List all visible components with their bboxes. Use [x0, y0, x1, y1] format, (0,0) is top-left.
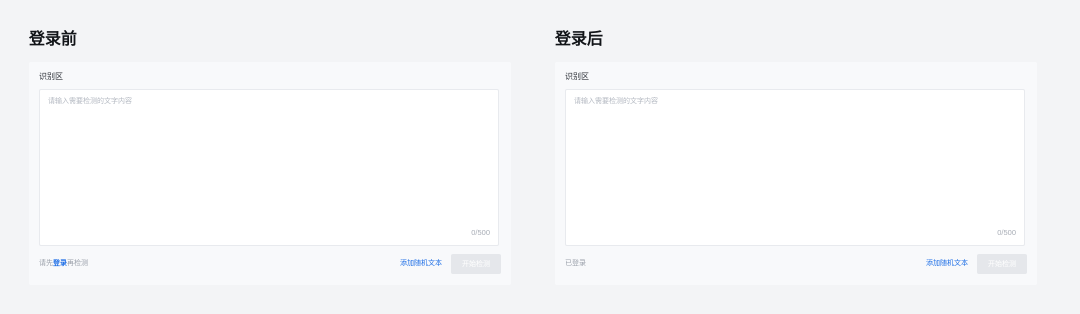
add-random-text-link[interactable]: 添加随机文本 — [400, 257, 442, 269]
char-counter: 0/500 — [997, 228, 1016, 237]
login-prompt: 请先登录再检测 — [39, 257, 88, 269]
recognition-area-label: 识别区 — [39, 72, 63, 81]
section-title-before: 登录前 — [29, 29, 78, 48]
text-input-before[interactable]: 请输入需要检测的文字内容 0/500 — [39, 89, 499, 246]
detect-card-after: 识别区 请输入需要检测的文字内容 0/500 已登录 添加随机文本 开始检测 — [555, 62, 1037, 285]
login-prompt-prefix: 请先 — [39, 259, 53, 267]
input-placeholder: 请输入需要检测的文字内容 — [574, 97, 658, 105]
text-input-after[interactable]: 请输入需要检测的文字内容 0/500 — [565, 89, 1025, 246]
logged-in-status: 已登录 — [565, 259, 586, 267]
start-detect-button[interactable]: 开始检测 — [977, 254, 1027, 274]
input-placeholder: 请输入需要检测的文字内容 — [48, 97, 132, 105]
recognition-area-label: 识别区 — [565, 72, 589, 81]
login-prompt-suffix: 再检测 — [67, 259, 88, 267]
char-counter: 0/500 — [471, 228, 490, 237]
section-title-after: 登录后 — [555, 29, 604, 48]
detect-card-before: 识别区 请输入需要检测的文字内容 0/500 请先登录再检测 添加随机文本 开始… — [29, 62, 511, 285]
login-link[interactable]: 登录 — [53, 259, 67, 267]
start-detect-button[interactable]: 开始检测 — [451, 254, 501, 274]
add-random-text-link[interactable]: 添加随机文本 — [926, 257, 968, 269]
